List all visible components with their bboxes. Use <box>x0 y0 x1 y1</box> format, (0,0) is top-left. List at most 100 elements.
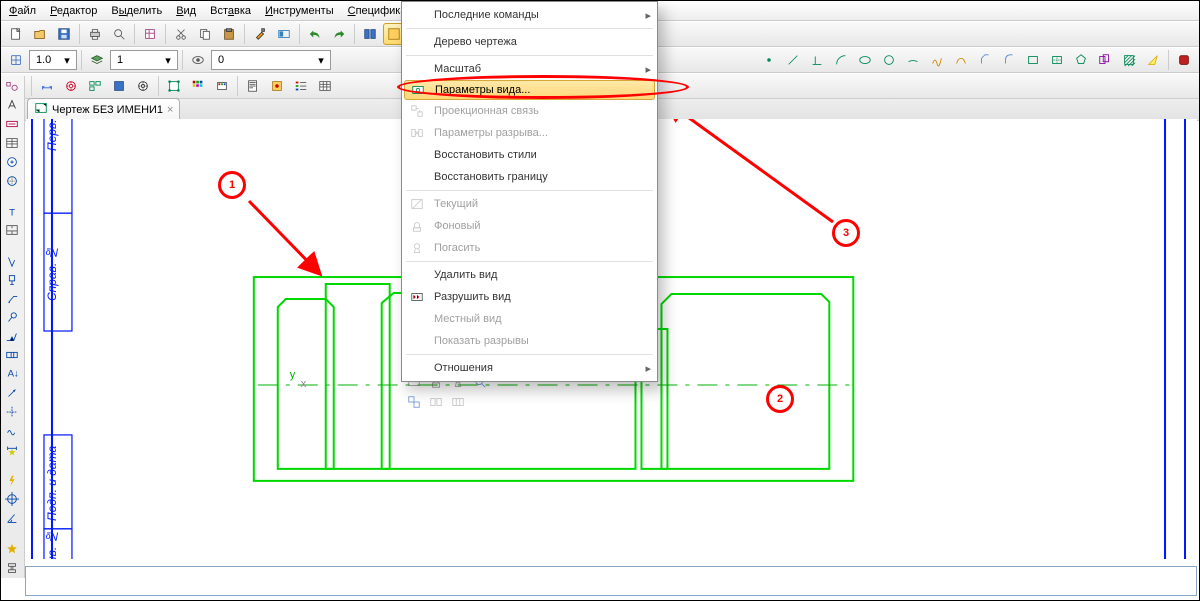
vt-assembly-button[interactable] <box>2 173 22 190</box>
mini-bbox-icon[interactable] <box>427 393 445 411</box>
menu-file[interactable]: ФФайлайл <box>5 3 40 19</box>
geo-perpline-button[interactable] <box>806 49 828 71</box>
vt-weld-button[interactable] <box>2 328 22 345</box>
mini-size-icon[interactable] <box>449 393 467 411</box>
paste-button[interactable] <box>218 23 240 45</box>
styles-button[interactable] <box>273 23 295 45</box>
geo-ellipse-button[interactable] <box>854 49 876 71</box>
menu-select[interactable]: Выделить <box>107 3 166 19</box>
tab-close-icon[interactable]: × <box>167 104 173 116</box>
vt-star-button[interactable] <box>2 540 22 557</box>
ctx-restore-bounds[interactable]: Восстановить границу <box>402 166 657 188</box>
zoom-combo[interactable]: 0▾ <box>211 50 331 70</box>
geo-fillet-button[interactable] <box>998 49 1020 71</box>
vt-target-button[interactable] <box>2 491 22 508</box>
swatch-button[interactable] <box>211 75 233 97</box>
geo-offset-button[interactable] <box>1094 49 1116 71</box>
line-width-combo[interactable]: 1.0▾ <box>29 50 77 70</box>
copy-button[interactable] <box>194 23 216 45</box>
geo-polygon-button[interactable] <box>1070 49 1092 71</box>
geo-spline-button[interactable] <box>926 49 948 71</box>
vt-arrow-button[interactable] <box>2 385 22 402</box>
geo-chamfer-button[interactable] <box>974 49 996 71</box>
colored-list-button[interactable] <box>290 75 312 97</box>
ctx-del-view[interactable]: Удалить вид <box>402 264 657 286</box>
blue-button[interactable] <box>108 75 130 97</box>
color-block-button[interactable] <box>266 75 288 97</box>
vt-balloon-button[interactable] <box>2 309 22 326</box>
vt-value-button[interactable] <box>2 116 22 133</box>
redo-button[interactable] <box>328 23 350 45</box>
geo-crect-button[interactable] <box>1046 49 1068 71</box>
vt-frame-button[interactable] <box>2 347 22 364</box>
geo-circle-button[interactable] <box>878 49 900 71</box>
ctx-bg: Фоновый <box>402 215 657 237</box>
svg-text:★: ★ <box>8 447 17 457</box>
geo-hatch-button[interactable] <box>1118 49 1140 71</box>
vt-bolt-button[interactable] <box>2 472 22 489</box>
ctx-recent[interactable]: Последние команды▸ <box>402 4 657 26</box>
geo-point-button[interactable] <box>758 49 780 71</box>
palette-button[interactable] <box>187 75 209 97</box>
vt-center-button[interactable] <box>2 404 22 421</box>
anchor-button[interactable] <box>60 75 82 97</box>
cut-button[interactable] <box>170 23 192 45</box>
mini-props-icon[interactable] <box>405 393 423 411</box>
layout-button[interactable] <box>84 75 106 97</box>
geo-line-button[interactable] <box>782 49 804 71</box>
vt-leader-button[interactable] <box>2 290 22 307</box>
drawing-tab[interactable]: Чертеж БЕЗ ИМЕНИ1 × <box>27 98 180 120</box>
vt-text-button[interactable] <box>2 97 22 114</box>
stop-button[interactable] <box>1173 49 1195 71</box>
vt-section-button[interactable]: A↓ <box>2 366 22 383</box>
vt-clamp-button[interactable] <box>2 559 22 576</box>
menu-insert[interactable]: Вставка <box>206 3 255 19</box>
layers-button[interactable] <box>86 49 108 71</box>
vt-stamp-button[interactable] <box>2 222 22 239</box>
bbox-button[interactable] <box>163 75 185 97</box>
vt-autodim-button[interactable]: ★ <box>2 442 22 459</box>
menu-view[interactable]: Вид <box>172 3 200 19</box>
table-insert-button[interactable] <box>314 75 336 97</box>
geo-bezier-button[interactable] <box>950 49 972 71</box>
ctx-proj-link: Проекционная связь <box>402 100 657 122</box>
vt-geom-button[interactable] <box>2 78 22 95</box>
brush-button[interactable] <box>249 23 271 45</box>
frame-cell-1: Перв. пр <box>45 119 59 155</box>
vt-tag-button[interactable] <box>2 154 22 171</box>
mini-toolbar2 <box>405 393 467 411</box>
geo-arc-button[interactable] <box>830 49 852 71</box>
geo-highlight-button[interactable] <box>1142 49 1164 71</box>
preview-button[interactable] <box>108 23 130 45</box>
geo-rect-button[interactable] <box>1022 49 1044 71</box>
grid-button[interactable] <box>5 49 27 71</box>
wheel-button[interactable] <box>132 75 154 97</box>
context-menu: Последние команды▸ Дерево чертежа Масшта… <box>401 1 658 382</box>
menu-editor[interactable]: Редактор <box>46 3 101 19</box>
doc-open-button[interactable] <box>242 75 264 97</box>
open-button[interactable] <box>29 23 51 45</box>
ctx-current: Текущий <box>402 193 657 215</box>
print-button[interactable] <box>84 23 106 45</box>
ctx-destroy-view[interactable]: Разрушить вид <box>402 286 657 308</box>
vt-roughness-button[interactable] <box>2 252 22 269</box>
geo-ellipsearc-button[interactable] <box>902 49 924 71</box>
undo-button[interactable] <box>304 23 326 45</box>
vt-angle-button[interactable] <box>2 510 22 527</box>
ctx-tree[interactable]: Дерево чертежа <box>402 31 657 53</box>
vt-text2-button[interactable]: T <box>2 203 22 220</box>
vt-datum-button[interactable] <box>2 271 22 288</box>
ctx-restore-styles[interactable]: Восстановить стили <box>402 144 657 166</box>
vt-table-button[interactable] <box>2 135 22 152</box>
new-doc-button[interactable] <box>5 23 27 45</box>
vt-wave-button[interactable] <box>2 423 22 440</box>
layer-visible-button[interactable] <box>187 49 209 71</box>
menu-tools[interactable]: Инструменты <box>261 3 338 19</box>
ctx-relations[interactable]: Отношения▸ <box>402 357 657 379</box>
library-button[interactable] <box>359 23 381 45</box>
layer-combo[interactable]: 1▾ <box>110 50 178 70</box>
save-button[interactable] <box>53 23 75 45</box>
vertical-toolbar: T A↓ ★ <box>1 76 25 578</box>
dim-settings-button[interactable] <box>36 75 58 97</box>
props-button[interactable] <box>139 23 161 45</box>
